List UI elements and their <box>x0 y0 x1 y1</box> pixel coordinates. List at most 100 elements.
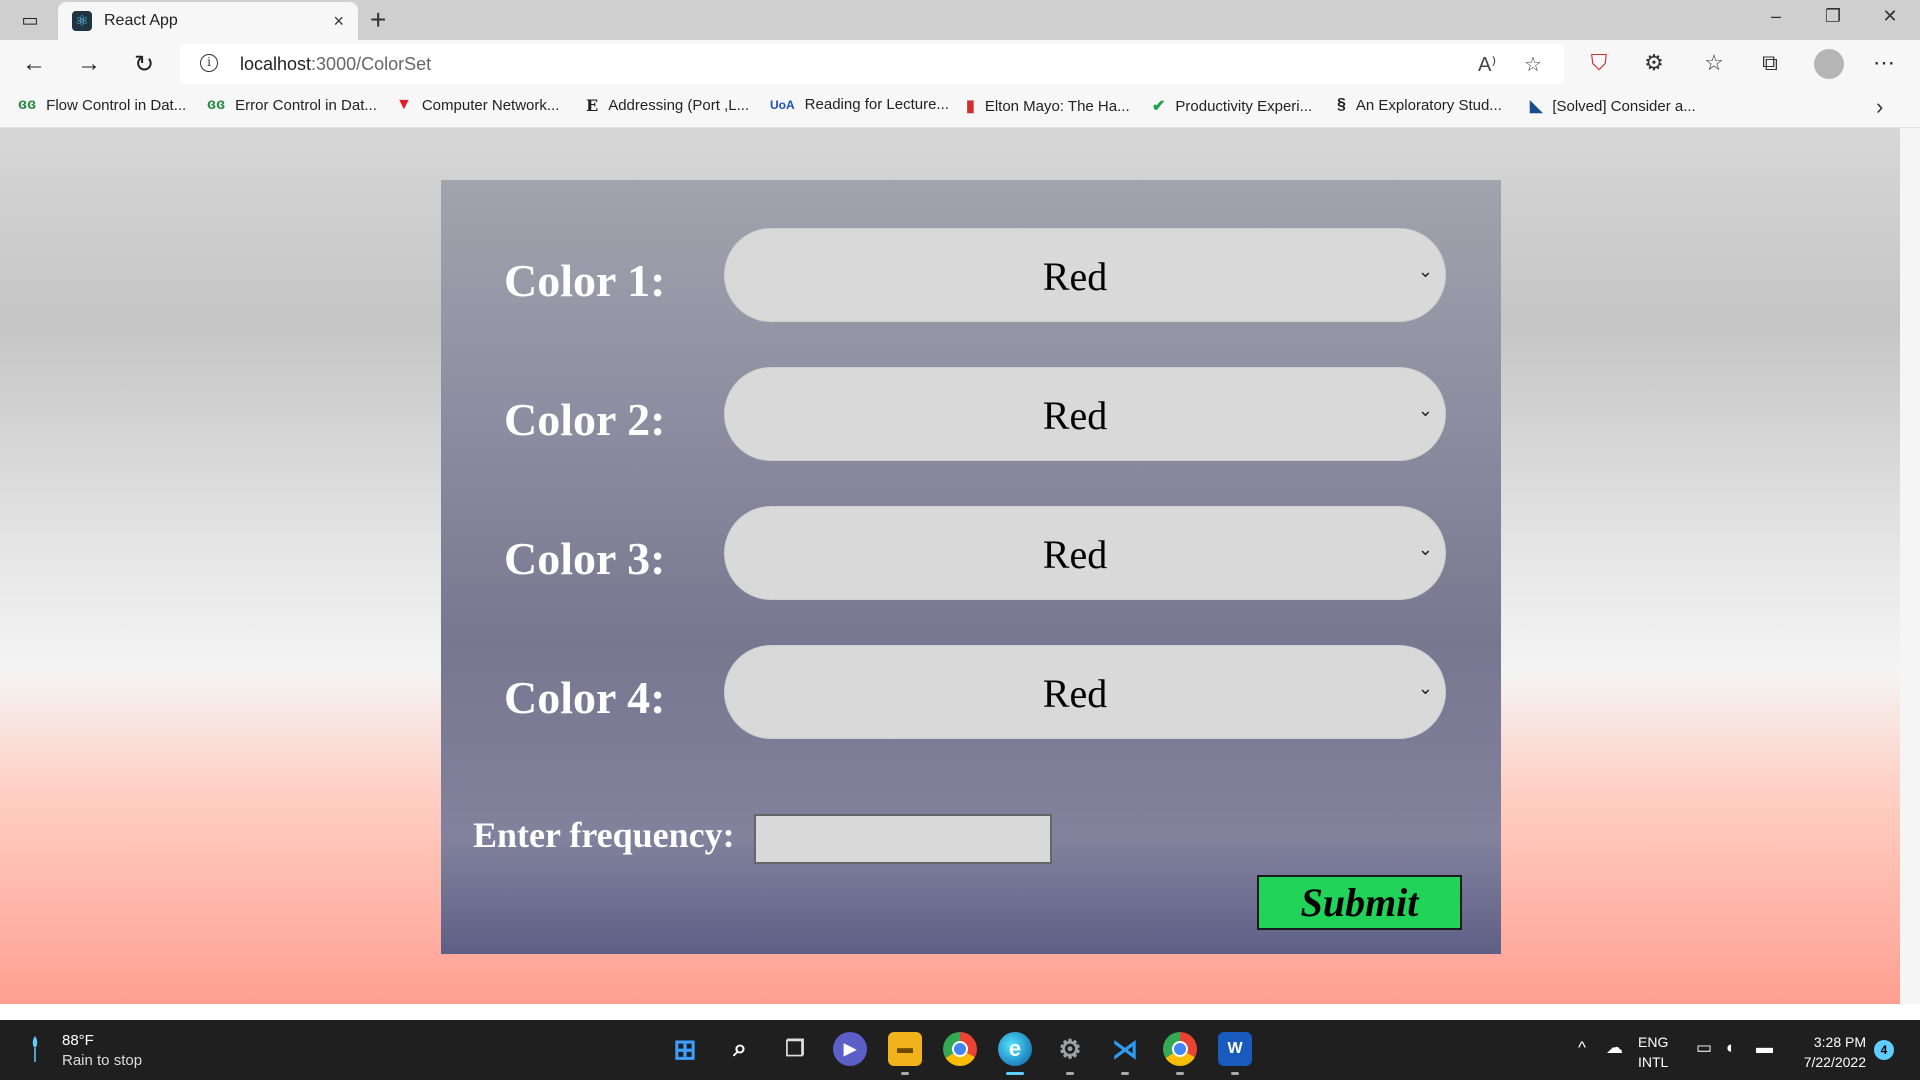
bookmark-label: Elton Mayo: The Ha... <box>984 97 1130 115</box>
bookmark-item[interactable]: ɞɞ Flow Control in Dat... <box>18 96 186 114</box>
more-menu-icon[interactable]: ⋯ <box>1868 50 1900 76</box>
link-icon: § <box>1337 96 1346 113</box>
umbrella-icon[interactable] <box>30 1034 40 1064</box>
network-monitor-icon[interactable]: ▭ <box>1696 1038 1712 1058</box>
active-indicator <box>1006 1072 1024 1075</box>
add-favorite-icon[interactable]: ☆ <box>1524 52 1542 77</box>
site-info-icon[interactable]: i <box>200 54 218 72</box>
color-set-form: Color 1: Red ⌄ Color 2: Red ⌄ Color 3: R… <box>441 180 1501 954</box>
color-3-value: Red <box>1042 532 1108 577</box>
new-tab-button[interactable]: + <box>370 4 386 36</box>
url-text[interactable]: localhost:3000/ColorSet <box>240 54 431 75</box>
color-3-label: Color 3: <box>504 533 666 584</box>
back-button[interactable]: ← <box>18 50 50 78</box>
url-path: :3000/ColorSet <box>311 54 432 74</box>
bookmarks-overflow-chevron-icon[interactable]: › <box>1876 94 1883 120</box>
tab-close-icon[interactable]: × <box>333 11 344 32</box>
tab-actions-icon[interactable]: ▭ <box>16 8 44 32</box>
bookmark-item[interactable]: UoA Reading for Lecture... <box>770 96 949 113</box>
running-indicator <box>1231 1072 1239 1075</box>
color-4-value: Red <box>1042 671 1108 716</box>
vscode-icon[interactable]: ⋊ <box>1108 1032 1142 1066</box>
address-bar[interactable]: i localhost:3000/ColorSet A⁾ ☆ <box>180 44 1564 84</box>
bookmark-item[interactable]: ◣ [Solved] Consider a... <box>1530 96 1696 116</box>
color-row-2: Color 2: Red ⌄ <box>441 367 1501 461</box>
chrome-icon[interactable] <box>943 1032 977 1066</box>
running-indicator <box>901 1072 909 1075</box>
running-indicator <box>1066 1072 1074 1075</box>
browser-toolbar: ← → ↻ i localhost:3000/ColorSet A⁾ ☆ ⛉ ⚙… <box>0 40 1920 88</box>
bookmark-label: Reading for Lecture... <box>804 96 949 113</box>
color-3-select[interactable]: Red ⌄ <box>724 506 1446 600</box>
close-window-button[interactable]: ✕ <box>1870 6 1910 27</box>
collections-icon[interactable]: ⧉ <box>1754 50 1786 76</box>
bookmark-item[interactable]: E Addressing (Port ,L... <box>586 96 749 115</box>
color-row-3: Color 3: Red ⌄ <box>441 506 1501 600</box>
bookmark-item[interactable]: ✔ Productivity Experi... <box>1152 96 1312 116</box>
document-icon: E <box>586 96 599 115</box>
chrome-center-icon <box>1172 1041 1188 1057</box>
volume-icon[interactable]: ◖ <box>1724 1038 1734 1058</box>
show-hidden-icons-chevron-icon[interactable]: ^ <box>1578 1038 1586 1058</box>
tab-strip: ▭ ⚛ React App × + – ❐ ✕ <box>0 0 1920 40</box>
extensions-icon[interactable]: ⚙ <box>1638 50 1670 76</box>
forward-button[interactable]: → <box>73 50 105 78</box>
weather-temperature[interactable]: 88°F <box>62 1032 94 1049</box>
url-host: localhost <box>240 54 312 74</box>
minimize-button[interactable]: – <box>1756 6 1796 27</box>
submit-button[interactable]: Submit <box>1257 875 1462 930</box>
onedrive-cloud-icon[interactable]: ☁ <box>1606 1038 1623 1058</box>
color-row-1: Color 1: Red ⌄ <box>441 228 1501 322</box>
red-triangle-icon: ▼ <box>396 96 412 113</box>
bookmark-item[interactable]: ▼ Computer Network... <box>396 96 559 114</box>
teams-chat-icon[interactable]: ▶ <box>833 1032 867 1066</box>
reload-button[interactable]: ↻ <box>128 50 160 79</box>
bookmark-item[interactable]: ɞɞ Error Control in Dat... <box>207 96 377 114</box>
geeksforgeeks-icon: ɞɞ <box>207 96 226 113</box>
edge-icon[interactable]: e <box>998 1032 1032 1066</box>
weather-description[interactable]: Rain to stop <box>62 1052 142 1069</box>
profile-avatar[interactable] <box>1814 49 1844 79</box>
file-explorer-icon[interactable]: ▬ <box>888 1032 922 1066</box>
color-4-label: Color 4: <box>504 672 666 723</box>
notification-count-badge[interactable]: 4 <box>1874 1040 1894 1060</box>
color-2-select[interactable]: Red ⌄ <box>724 367 1446 461</box>
settings-gear-icon[interactable]: ⚙ <box>1053 1032 1087 1066</box>
bookmark-item[interactable]: § An Exploratory Stud... <box>1337 96 1502 114</box>
chrome-profile-icon[interactable] <box>1163 1032 1197 1066</box>
chrome-center-icon <box>952 1041 968 1057</box>
extension-shield-icon[interactable]: ⛉ <box>1583 50 1615 76</box>
bookmark-label: Addressing (Port ,L... <box>608 97 750 114</box>
search-icon[interactable]: ⌕ <box>723 1032 757 1066</box>
chevron-down-icon: ⌄ <box>1417 261 1433 281</box>
favorites-icon[interactable]: ☆ <box>1698 50 1730 76</box>
task-view-icon[interactable]: ❐ <box>778 1032 812 1066</box>
input-language[interactable]: ENG INTL <box>1638 1032 1668 1072</box>
browser-tab[interactable]: ⚛ React App × <box>58 2 358 40</box>
chevron-down-icon: ⌄ <box>1417 539 1433 559</box>
restore-button[interactable]: ❐ <box>1813 6 1853 27</box>
read-aloud-icon[interactable]: A⁾ <box>1478 52 1496 77</box>
bookmark-label: [Solved] Consider a... <box>1552 97 1696 115</box>
vertical-scrollbar[interactable] <box>1900 128 1920 1004</box>
running-indicator <box>1176 1072 1184 1075</box>
system-clock[interactable]: 3:28 PM 7/22/2022 <box>1792 1032 1866 1072</box>
start-windows-icon[interactable]: ⊞ <box>668 1032 702 1066</box>
bookmark-label: Productivity Experi... <box>1175 97 1313 115</box>
color-row-4: Color 4: Red ⌄ <box>441 645 1501 739</box>
battery-icon[interactable]: ▬ <box>1756 1038 1773 1058</box>
chevron-down-icon: ⌄ <box>1417 678 1433 698</box>
bookmark-label: An Exploratory Stud... <box>1355 96 1502 114</box>
word-icon[interactable]: W <box>1218 1032 1252 1066</box>
color-1-value: Red <box>1042 254 1108 299</box>
bookmark-red-icon: ▮ <box>966 98 975 115</box>
color-1-label: Color 1: <box>504 255 666 306</box>
frequency-input[interactable] <box>754 814 1052 864</box>
chevron-down-icon: ⌄ <box>1417 400 1433 420</box>
color-1-select[interactable]: Red ⌄ <box>724 228 1446 322</box>
clock-time: 3:28 PM <box>1813 1034 1866 1050</box>
bookmark-item[interactable]: ▮ Elton Mayo: The Ha... <box>966 96 1130 116</box>
color-4-select[interactable]: Red ⌄ <box>724 645 1446 739</box>
geeksforgeeks-icon: ɞɞ <box>18 96 37 113</box>
clock-date: 7/22/2022 <box>1803 1054 1866 1070</box>
